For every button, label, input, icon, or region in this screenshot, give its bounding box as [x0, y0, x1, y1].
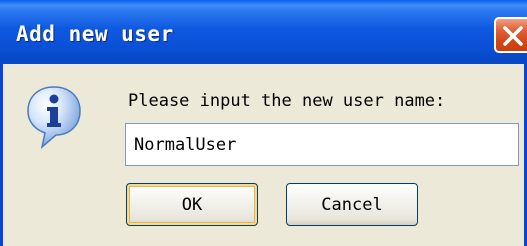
prompt-label: Please input the new user name: [128, 91, 446, 111]
username-input[interactable] [125, 123, 519, 166]
close-button[interactable] [494, 17, 527, 53]
ok-button[interactable]: OK [126, 183, 258, 226]
title-bar[interactable]: Add new user [0, 0, 527, 64]
dialog-title: Add new user [16, 22, 174, 46]
cancel-button[interactable]: Cancel [286, 183, 418, 226]
add-user-dialog: Add new user Please input the new user n… [0, 0, 527, 246]
close-icon [503, 26, 523, 46]
info-icon [27, 86, 81, 150]
